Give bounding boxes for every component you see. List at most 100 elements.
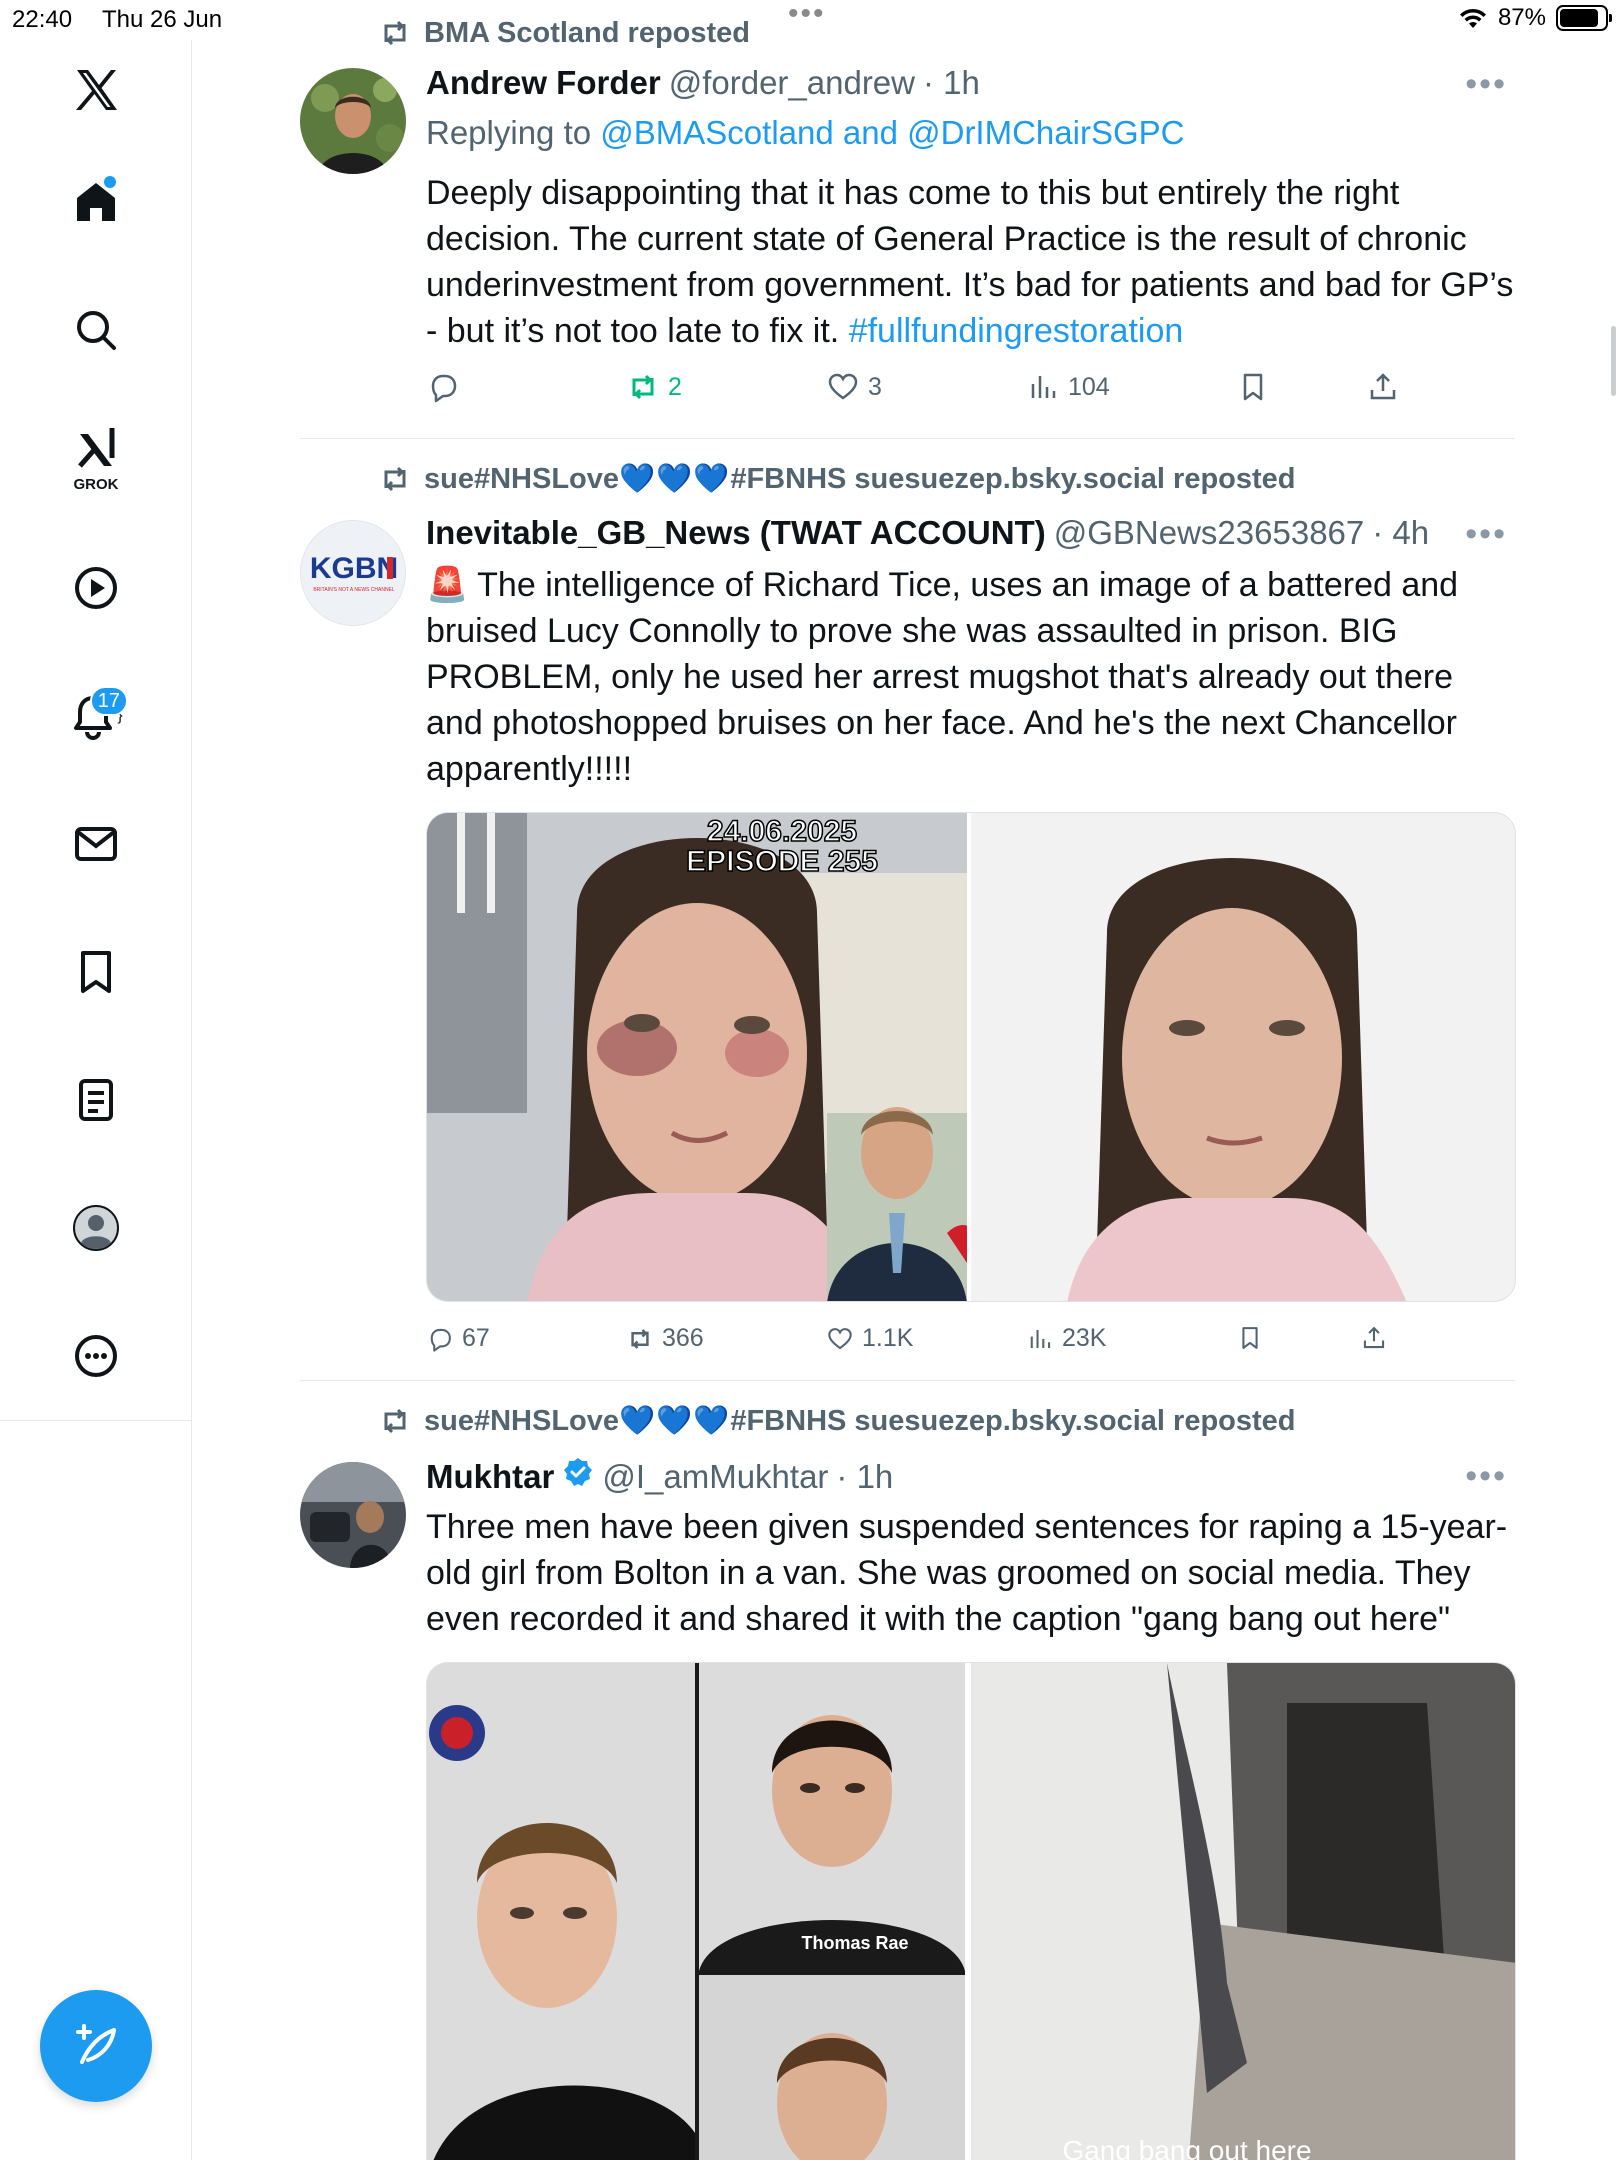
repost-count: 366: [662, 1324, 704, 1352]
grok-svg: [78, 428, 115, 468]
lists-icon[interactable]: [56, 1060, 136, 1140]
author-handle[interactable]: @GBNews23653867: [1054, 514, 1365, 552]
repost-by-prefix: sue#NHSLove: [424, 462, 620, 495]
video-caption-text: Gang bang out here: [1062, 2135, 1311, 2160]
profile-avatar-svg: [73, 1205, 119, 1251]
repost-hearts: 💙💙💙: [619, 1405, 731, 1437]
tweet-divider: [300, 438, 1515, 439]
wifi-icon: [1459, 8, 1486, 28]
tweet-more-icon[interactable]: •••: [1465, 1459, 1507, 1493]
tweet-more-icon[interactable]: •••: [1465, 67, 1507, 101]
home-icon[interactable]: [56, 162, 136, 242]
verified-badge-icon[interactable]: [562, 1456, 594, 1488]
views-button[interactable]: 23K: [1026, 1324, 1106, 1353]
tweet-image[interactable]: 24.06.2025 EPISODE 255: [426, 812, 1516, 1302]
tweet-time[interactable]: · 1h: [836, 1458, 893, 1496]
views-chart-icon: [1030, 1329, 1051, 1348]
repost-count: 2: [668, 372, 682, 401]
scrollbar[interactable]: [1611, 326, 1616, 396]
replying-to-links[interactable]: @BMAScotland and @DrIMChairSGPC: [600, 114, 1184, 151]
repost-context: sue#NHSLove 💙💙💙 #FBNHS suesuezep.bsky.soci…: [378, 1404, 1296, 1438]
repost-button[interactable]: 366: [626, 1324, 704, 1353]
tweet-divider: [300, 1380, 1515, 1381]
tweet-time[interactable]: · 4h: [1372, 514, 1429, 552]
notifications-badge: 17: [89, 686, 128, 716]
tweet-more-icon[interactable]: •••: [1465, 517, 1507, 551]
tweet-time[interactable]: · 1h: [923, 64, 980, 102]
repost-icon: [384, 1408, 406, 1434]
bookmark-icon: [1243, 373, 1263, 401]
views-count: 104: [1068, 372, 1110, 401]
repost-hearts: 💙💙💙: [619, 463, 731, 495]
more-circle-svg: [75, 1335, 117, 1377]
grok-icon[interactable]: GROK: [56, 418, 136, 498]
tweet-image[interactable]: Thomas Rae Gang bang out here: [426, 1662, 1516, 2160]
reply-button[interactable]: 67: [426, 1324, 490, 1353]
list-svg: [79, 1079, 113, 1121]
tweet-actions: 2 3 104: [426, 370, 1426, 410]
hashtag-link[interactable]: #fullfundingrestoration: [849, 312, 1184, 350]
author-handle[interactable]: @I_amMukhtar: [602, 1458, 828, 1496]
sidebar-border: [191, 1420, 192, 2160]
image-date-text: 24.06.2025: [707, 815, 857, 848]
multitasking-dots-icon[interactable]: •••: [788, 0, 826, 29]
avatar[interactable]: [300, 1462, 406, 1568]
heart-icon: [828, 373, 858, 400]
tweet-text: Three men have been given suspended sent…: [426, 1508, 1508, 1638]
sidebar-divider: [0, 1420, 192, 1421]
compose-post-button[interactable]: [40, 1990, 152, 2102]
views-chart-icon: [1031, 376, 1056, 398]
repost-context: BMA Scotland reposted: [378, 16, 750, 50]
kgbn-logo-subtext: BRITAIN'S NOT A NEWS CHANNEL: [313, 587, 395, 593]
bookmarks-icon[interactable]: [56, 932, 136, 1012]
bookmark-icon: [1242, 1327, 1258, 1349]
author-name[interactable]: Andrew Forder: [426, 64, 661, 102]
avatar[interactable]: KGBN BRITAIN'S NOT A NEWS CHANNEL: [300, 520, 406, 626]
more-icon[interactable]: [56, 1316, 136, 1396]
views-button[interactable]: 104: [1026, 370, 1110, 404]
reply-icon: [430, 1328, 451, 1352]
tweet-actions: 67 366 1.1K 23K: [426, 1324, 1426, 1364]
repost-context: sue#NHSLove 💙💙💙 #FBNHS suesuezep.bsky.soci…: [378, 462, 1296, 496]
repost-icon: [384, 466, 406, 492]
video-icon[interactable]: [56, 548, 136, 628]
messages-icon[interactable]: [56, 804, 136, 884]
tweet-image-content: Thomas Rae Gang bang out here: [427, 1663, 1515, 2160]
avatar-photo: [300, 1462, 406, 1568]
author-handle[interactable]: @forder_andrew: [669, 64, 915, 102]
envelope-svg: [75, 827, 117, 861]
battery-percent: 87%: [1497, 4, 1546, 31]
replying-to: Replying to @BMAScotland and @DrIMChairS…: [426, 114, 1184, 152]
bookmark-button[interactable]: [1236, 370, 1270, 404]
heart-icon: [828, 1327, 852, 1349]
author-name[interactable]: Inevitable_GB_News (TWAT ACCOUNT): [426, 514, 1046, 552]
x-logo-icon[interactable]: [56, 50, 136, 130]
notifications-icon[interactable]: 17 }: [56, 676, 136, 756]
like-button[interactable]: 3: [826, 370, 882, 404]
bookmark-button[interactable]: [1236, 1324, 1264, 1352]
tweet-header: Inevitable_GB_News (TWAT ACCOUNT) @GBNew…: [426, 514, 1429, 552]
tweet-header: Mukhtar @I_amMukhtar · 1h: [426, 1456, 893, 1496]
repost-by-suffix: #FBNHS suesuezep.bsky.social reposted: [730, 1404, 1296, 1437]
repost-button[interactable]: 2: [626, 370, 682, 404]
reply-button[interactable]: [426, 370, 468, 404]
image-name-caption: Thomas Rae: [801, 1933, 908, 1953]
profile-icon[interactable]: [56, 1188, 136, 1268]
status-date: Thu 26 Jun: [102, 6, 223, 33]
share-button[interactable]: [1366, 370, 1400, 404]
repost-icon: [384, 20, 406, 46]
sidebar: GROK 17 }: [0, 40, 192, 1420]
avatar[interactable]: [300, 68, 406, 174]
bookmark-svg: [81, 951, 111, 993]
share-icon: [1363, 1326, 1385, 1349]
repost-by-suffix: #FBNHS suesuezep.bsky.social reposted: [730, 462, 1296, 495]
video-svg: [75, 567, 117, 609]
author-name[interactable]: Mukhtar: [426, 1458, 554, 1496]
tweet-text: Deeply disappointing that it has come to…: [426, 170, 1516, 354]
share-icon: [1370, 373, 1396, 400]
like-button[interactable]: 1.1K: [826, 1324, 913, 1353]
avatar-photo: [300, 68, 406, 174]
search-icon[interactable]: [56, 290, 136, 370]
share-button[interactable]: [1360, 1324, 1388, 1352]
repost-by-text: BMA Scotland reposted: [424, 16, 751, 49]
